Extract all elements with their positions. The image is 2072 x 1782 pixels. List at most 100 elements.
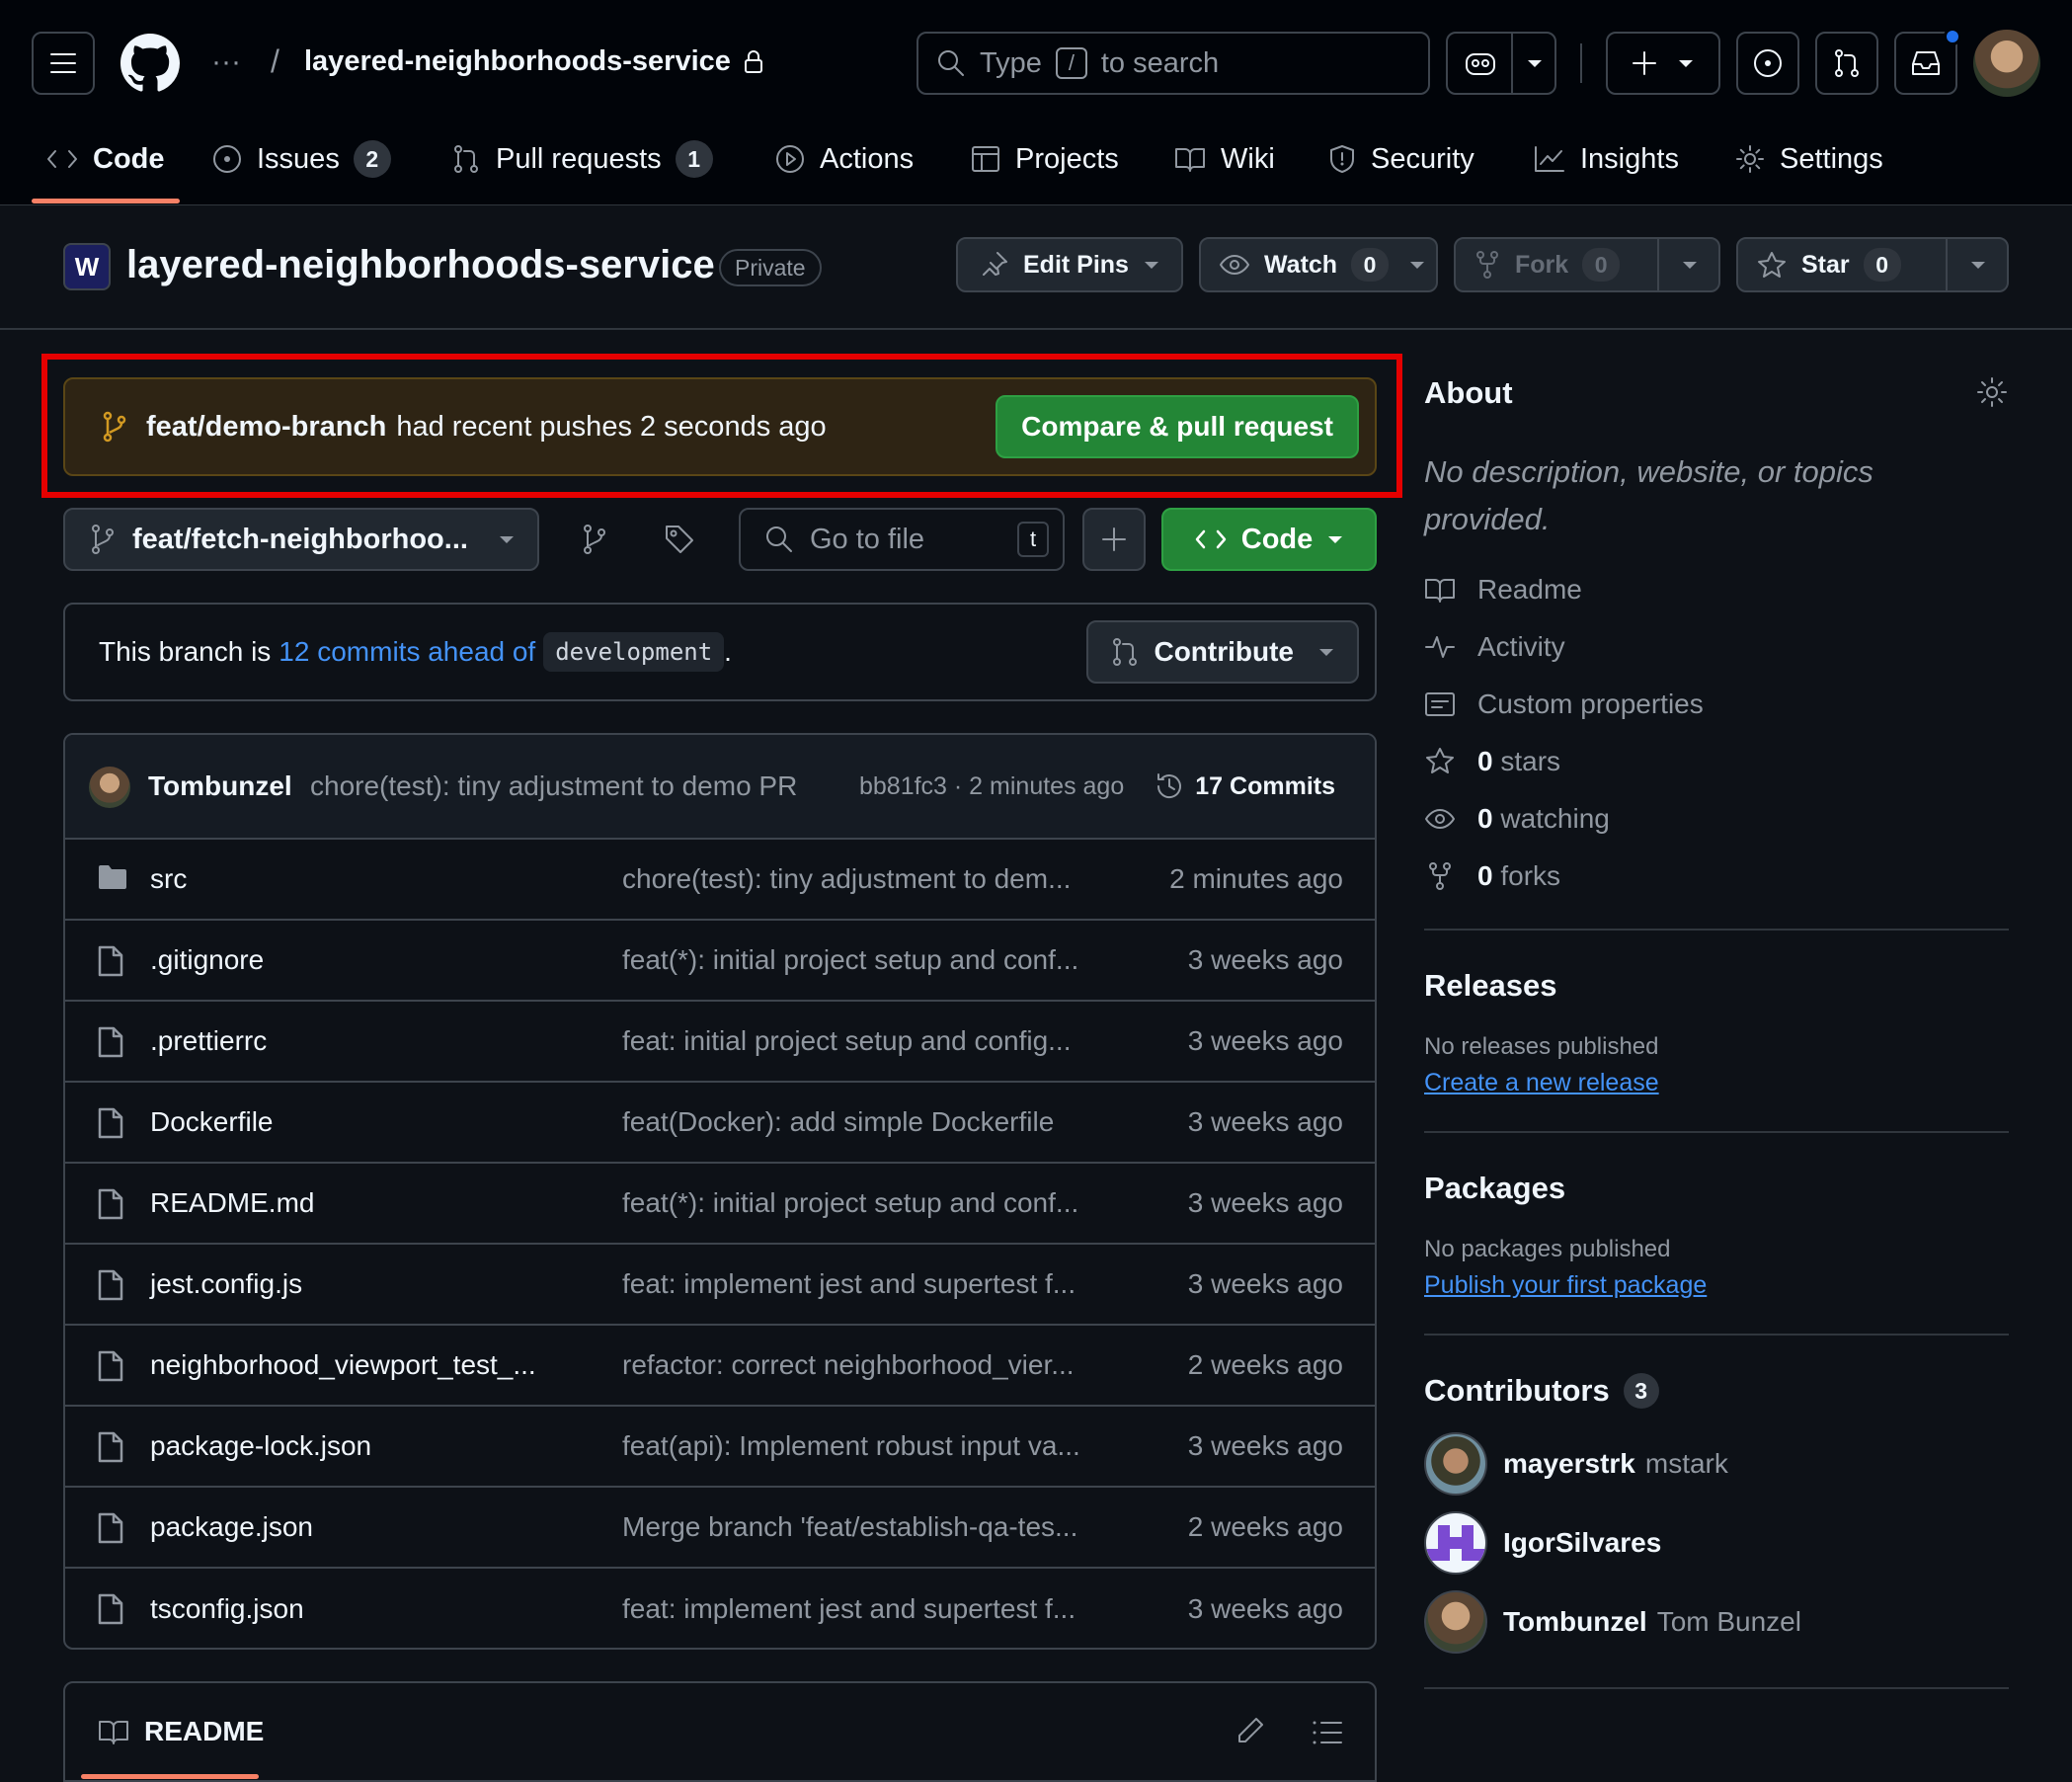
tab-actions[interactable]: Actions <box>774 134 914 184</box>
readme-link[interactable]: Readme <box>1424 561 2009 618</box>
tab-insights[interactable]: Insights <box>1533 134 1679 184</box>
file-row[interactable]: src chore(test): tiny adjustment to dem..… <box>65 840 1375 921</box>
readme-panel: README <box>63 1681 1377 1782</box>
issues-button[interactable] <box>1736 32 1799 95</box>
custom-properties-link[interactable]: Custom properties <box>1424 676 2009 733</box>
commit-message[interactable]: chore(test): tiny adjustment to demo PR <box>310 770 797 802</box>
file-name[interactable]: src <box>150 863 187 895</box>
readme-title[interactable]: README <box>144 1716 264 1747</box>
sidebar: About No description, website, or topics… <box>1424 375 2009 1689</box>
tab-wiki[interactable]: Wiki <box>1173 134 1275 184</box>
file-row[interactable]: package.json Merge branch 'feat/establish… <box>65 1488 1375 1569</box>
issue-icon <box>213 145 241 173</box>
shield-icon <box>1330 145 1354 173</box>
create-release-link[interactable]: Create a new release <box>1424 1069 2009 1097</box>
go-to-file-input[interactable]: Go to file t <box>739 508 1065 571</box>
file-row[interactable]: jest.config.js feat: implement jest and s… <box>65 1245 1375 1326</box>
commits-history-link[interactable]: 17 Commits <box>1154 770 1335 802</box>
file-name[interactable]: package.json <box>150 1511 313 1543</box>
github-logo[interactable] <box>120 34 180 93</box>
tab-pull-requests[interactable]: Pull requests 1 <box>450 134 713 184</box>
stars-label: stars <box>1500 746 1561 776</box>
releases-title[interactable]: Releases <box>1424 968 2009 1004</box>
file-name[interactable]: jest.config.js <box>150 1268 302 1300</box>
list-icon[interactable] <box>1312 1719 1343 1746</box>
tab-security[interactable]: Security <box>1327 134 1474 184</box>
packages-title[interactable]: Packages <box>1424 1171 2009 1206</box>
add-file-button[interactable] <box>1082 508 1146 571</box>
commit-sha-time[interactable]: bb81fc3 · 2 minutes ago <box>859 772 1124 801</box>
menu-button[interactable] <box>32 32 95 95</box>
repo-title[interactable]: layered-neighborhoods-service <box>126 243 715 287</box>
file-commit-message[interactable]: chore(test): tiny adjustment to dem... <box>622 863 1071 895</box>
tab-label: Insights <box>1580 142 1679 175</box>
file-row[interactable]: Dockerfile feat(Docker): add simple Docke… <box>65 1083 1375 1164</box>
repo-path[interactable]: layered-neighborhoods-service <box>304 45 764 78</box>
repo-owner-avatar[interactable]: W <box>63 243 111 290</box>
star-icon <box>1426 748 1454 773</box>
issue-icon <box>1754 49 1782 77</box>
activity-link[interactable]: Activity <box>1424 618 2009 676</box>
file-name[interactable]: README.md <box>150 1187 314 1219</box>
commit-author[interactable]: Tombunzel <box>148 770 292 802</box>
file-commit-message[interactable]: feat(*): initial project setup and conf.… <box>622 944 1078 976</box>
file-row[interactable]: tsconfig.json feat: implement jest and su… <box>65 1569 1375 1648</box>
file-row[interactable]: package-lock.json feat(api): Implement ro… <box>65 1407 1375 1488</box>
contributor-item[interactable]: Tombunzel Tom Bunzel <box>1424 1582 2009 1661</box>
commit-author-avatar[interactable] <box>89 767 130 808</box>
file-type-icon <box>97 1511 124 1545</box>
pushed-branch-name[interactable]: feat/demo-branch <box>146 411 386 444</box>
file-name[interactable]: .prettierrc <box>150 1025 267 1057</box>
publish-package-link[interactable]: Publish your first package <box>1424 1271 2009 1300</box>
star-button[interactable]: Star 0 <box>1736 237 2009 292</box>
owner-ellipsis[interactable]: ··· <box>211 45 241 79</box>
file-row[interactable]: .prettierrc feat: initial project setup a… <box>65 1002 1375 1083</box>
branches-link[interactable] <box>581 524 608 555</box>
file-commit-message[interactable]: refactor: correct neighborhood_vier... <box>622 1349 1075 1381</box>
contributor-item[interactable]: IgorSilvares <box>1424 1503 2009 1582</box>
forks-count: 0 <box>1477 860 1493 891</box>
file-commit-message[interactable]: feat(*): initial project setup and conf.… <box>622 1187 1078 1219</box>
file-commit-message[interactable]: feat(api): Implement robust input va... <box>622 1430 1080 1462</box>
compare-pull-request-button[interactable]: Compare & pull request <box>996 395 1359 458</box>
file-row[interactable]: neighborhood_viewport_test_... refactor: … <box>65 1326 1375 1407</box>
pencil-icon[interactable] <box>1235 1715 1266 1746</box>
stars-link[interactable]: 0 stars <box>1424 733 2009 790</box>
gear-icon[interactable] <box>1975 375 2009 409</box>
file-commit-message[interactable]: Merge branch 'feat/establish-qa-tes... <box>622 1511 1077 1543</box>
tab-code[interactable]: Code <box>45 134 165 184</box>
pull-requests-button[interactable] <box>1815 32 1878 95</box>
watch-button[interactable]: Watch 0 <box>1199 237 1438 292</box>
file-commit-message[interactable]: feat: implement jest and supertest f... <box>622 1268 1076 1300</box>
file-row[interactable]: .gitignore feat(*): initial project setup… <box>65 921 1375 1002</box>
tab-settings[interactable]: Settings <box>1734 134 1883 184</box>
fork-button[interactable]: Fork 0 <box>1454 237 1720 292</box>
file-name[interactable]: tsconfig.json <box>150 1593 304 1625</box>
contribute-button[interactable]: Contribute <box>1086 620 1359 684</box>
forks-link[interactable]: 0 forks <box>1424 848 2009 905</box>
tab-projects[interactable]: Projects <box>970 134 1119 184</box>
watching-link[interactable]: 0 watching <box>1424 790 2009 848</box>
contributor-item[interactable]: mayerstrk mstark <box>1424 1424 2009 1503</box>
file-commit-message[interactable]: feat(Docker): add simple Dockerfile <box>622 1106 1054 1138</box>
code-download-button[interactable]: Code <box>1161 508 1377 571</box>
file-commit-message[interactable]: feat: initial project setup and config..… <box>622 1025 1072 1057</box>
file-name[interactable]: .gitignore <box>150 944 264 976</box>
file-commit-message[interactable]: feat: implement jest and supertest f... <box>622 1593 1076 1625</box>
create-new-button[interactable] <box>1606 32 1720 95</box>
copilot-button[interactable] <box>1446 32 1556 95</box>
file-name[interactable]: package-lock.json <box>150 1430 371 1462</box>
file-name[interactable]: Dockerfile <box>150 1106 273 1138</box>
file-name[interactable]: neighborhood_viewport_test_... <box>150 1349 536 1381</box>
tags-link[interactable] <box>664 524 695 555</box>
contributors-title[interactable]: Contributors <box>1424 1373 1610 1409</box>
branch-selector[interactable]: feat/fetch-neighborhoo... <box>63 508 539 571</box>
edit-pins-button[interactable]: Edit Pins <box>956 237 1183 292</box>
user-avatar[interactable] <box>1973 30 2040 97</box>
file-row[interactable]: README.md feat(*): initial project setup … <box>65 1164 1375 1245</box>
commits-ahead-link[interactable]: 12 commits ahead of <box>279 636 535 668</box>
repo-path-name: layered-neighborhoods-service <box>304 45 731 77</box>
tab-issues[interactable]: Issues 2 <box>211 134 391 184</box>
search-input[interactable]: Type / to search <box>916 32 1430 95</box>
pull-request-icon <box>1835 49 1859 77</box>
